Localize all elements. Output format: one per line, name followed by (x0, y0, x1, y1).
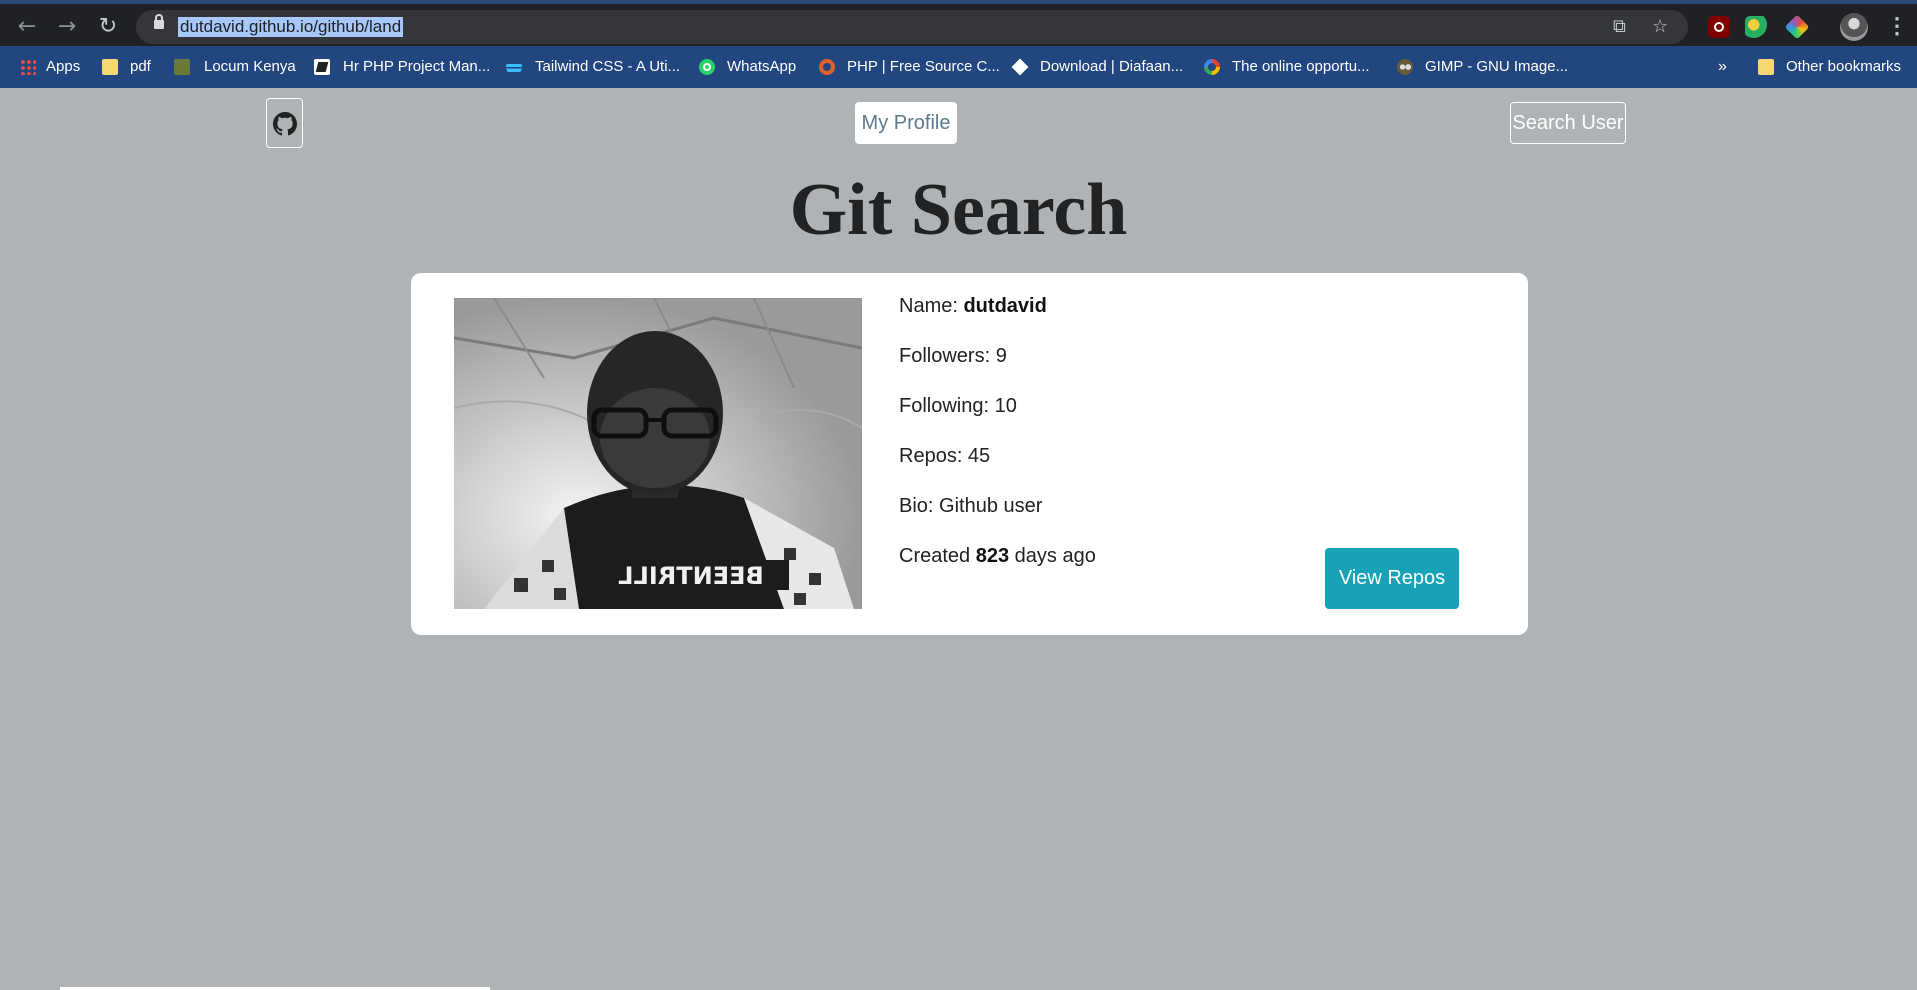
google-icon (1204, 59, 1220, 75)
address-bar[interactable]: dutdavid.github.io/github/land ⧉ ☆ (136, 10, 1688, 44)
apps-grid-icon (20, 59, 36, 75)
page-body: My Profile Search User Git Search BEENTR… (0, 88, 1917, 990)
my-profile-link[interactable]: My Profile (855, 102, 957, 144)
bookmark-hr-php[interactable]: Hr PHP Project Man... (343, 46, 490, 88)
shirt-lettering: BEENTRILL (618, 562, 764, 590)
more-bookmarks-chevron[interactable]: » (1718, 46, 1727, 88)
forward-arrow-icon[interactable]: → (54, 14, 80, 40)
github-icon (273, 112, 297, 136)
green-extension-icon[interactable] (1745, 16, 1767, 38)
bookmark-locum-kenya[interactable]: Locum Kenya (204, 46, 296, 88)
lock-icon (154, 14, 164, 29)
back-arrow-icon[interactable]: ← (14, 14, 40, 40)
reload-icon[interactable]: ↻ (95, 14, 121, 40)
user-photo: BEENTRILL (454, 298, 862, 609)
bookmark-php-source[interactable]: PHP | Free Source C... (847, 46, 1000, 88)
user-avatar: BEENTRILL (454, 298, 862, 609)
folder-icon (1758, 59, 1774, 75)
bookmark-other[interactable]: Other bookmarks (1786, 46, 1901, 88)
ublock-extension-icon[interactable] (1708, 16, 1730, 38)
profile-followers: Followers: 9 (899, 345, 1007, 367)
search-user-link[interactable]: Search User (1510, 102, 1626, 144)
profile-name: Name: dutdavid (899, 293, 1047, 319)
profile-following: Following: 10 (899, 395, 1017, 417)
browser-menu-icon[interactable]: ⋮ (1886, 14, 1908, 38)
github-home-button[interactable] (266, 98, 303, 148)
bookmark-apps[interactable]: Apps (46, 46, 80, 88)
browser-profile-avatar[interactable] (1840, 13, 1868, 41)
username: dutdavid (963, 295, 1047, 317)
bookmark-whatsapp[interactable]: WhatsApp (727, 46, 796, 88)
diafaan-icon (1011, 58, 1029, 76)
name-label: Name: (899, 295, 964, 317)
bookmark-star-icon[interactable]: ☆ (1652, 16, 1668, 38)
bookmark-pdf[interactable]: pdf (130, 46, 151, 88)
folder-icon (102, 59, 118, 75)
created-prefix: Created (899, 545, 976, 567)
bookmarks-bar: Apps pdf Locum Kenya Hr PHP Project Man.… (0, 46, 1917, 88)
whatsapp-icon (699, 59, 715, 75)
locum-kenya-icon (174, 59, 190, 75)
view-repos-button[interactable]: View Repos (1325, 548, 1459, 609)
bookmark-gimp[interactable]: GIMP - GNU Image... (1425, 46, 1568, 88)
profile-created: Created 823 days ago (899, 543, 1096, 569)
profile-bio: Bio: Github user (899, 495, 1043, 517)
bookmark-diafaan[interactable]: Download | Diafaan... (1040, 46, 1183, 88)
url-text[interactable]: dutdavid.github.io/github/land (178, 17, 404, 37)
profile-repos: Repos: 45 (899, 445, 991, 467)
bookmark-online-opportunities[interactable]: The online opportu... (1232, 46, 1370, 88)
color-picker-extension-icon[interactable] (1784, 14, 1810, 40)
created-days: 823 (975, 545, 1010, 567)
php-source-icon (819, 59, 835, 75)
profile-card: BEENTRILL Name: dutdavid Followers: 9 Fo… (411, 273, 1528, 635)
created-suffix: days ago (1009, 545, 1096, 567)
cast-icon[interactable]: ⧉ (1613, 16, 1626, 38)
page-title: Git Search (789, 169, 1128, 251)
gimp-icon (1397, 59, 1413, 75)
hr-php-icon (314, 59, 330, 75)
tailwind-icon (506, 59, 522, 75)
bookmark-tailwind[interactable]: Tailwind CSS - A Uti... (535, 46, 680, 88)
browser-toolbar: ← → ↻ dutdavid.github.io/github/land ⧉ ☆… (0, 0, 1917, 46)
